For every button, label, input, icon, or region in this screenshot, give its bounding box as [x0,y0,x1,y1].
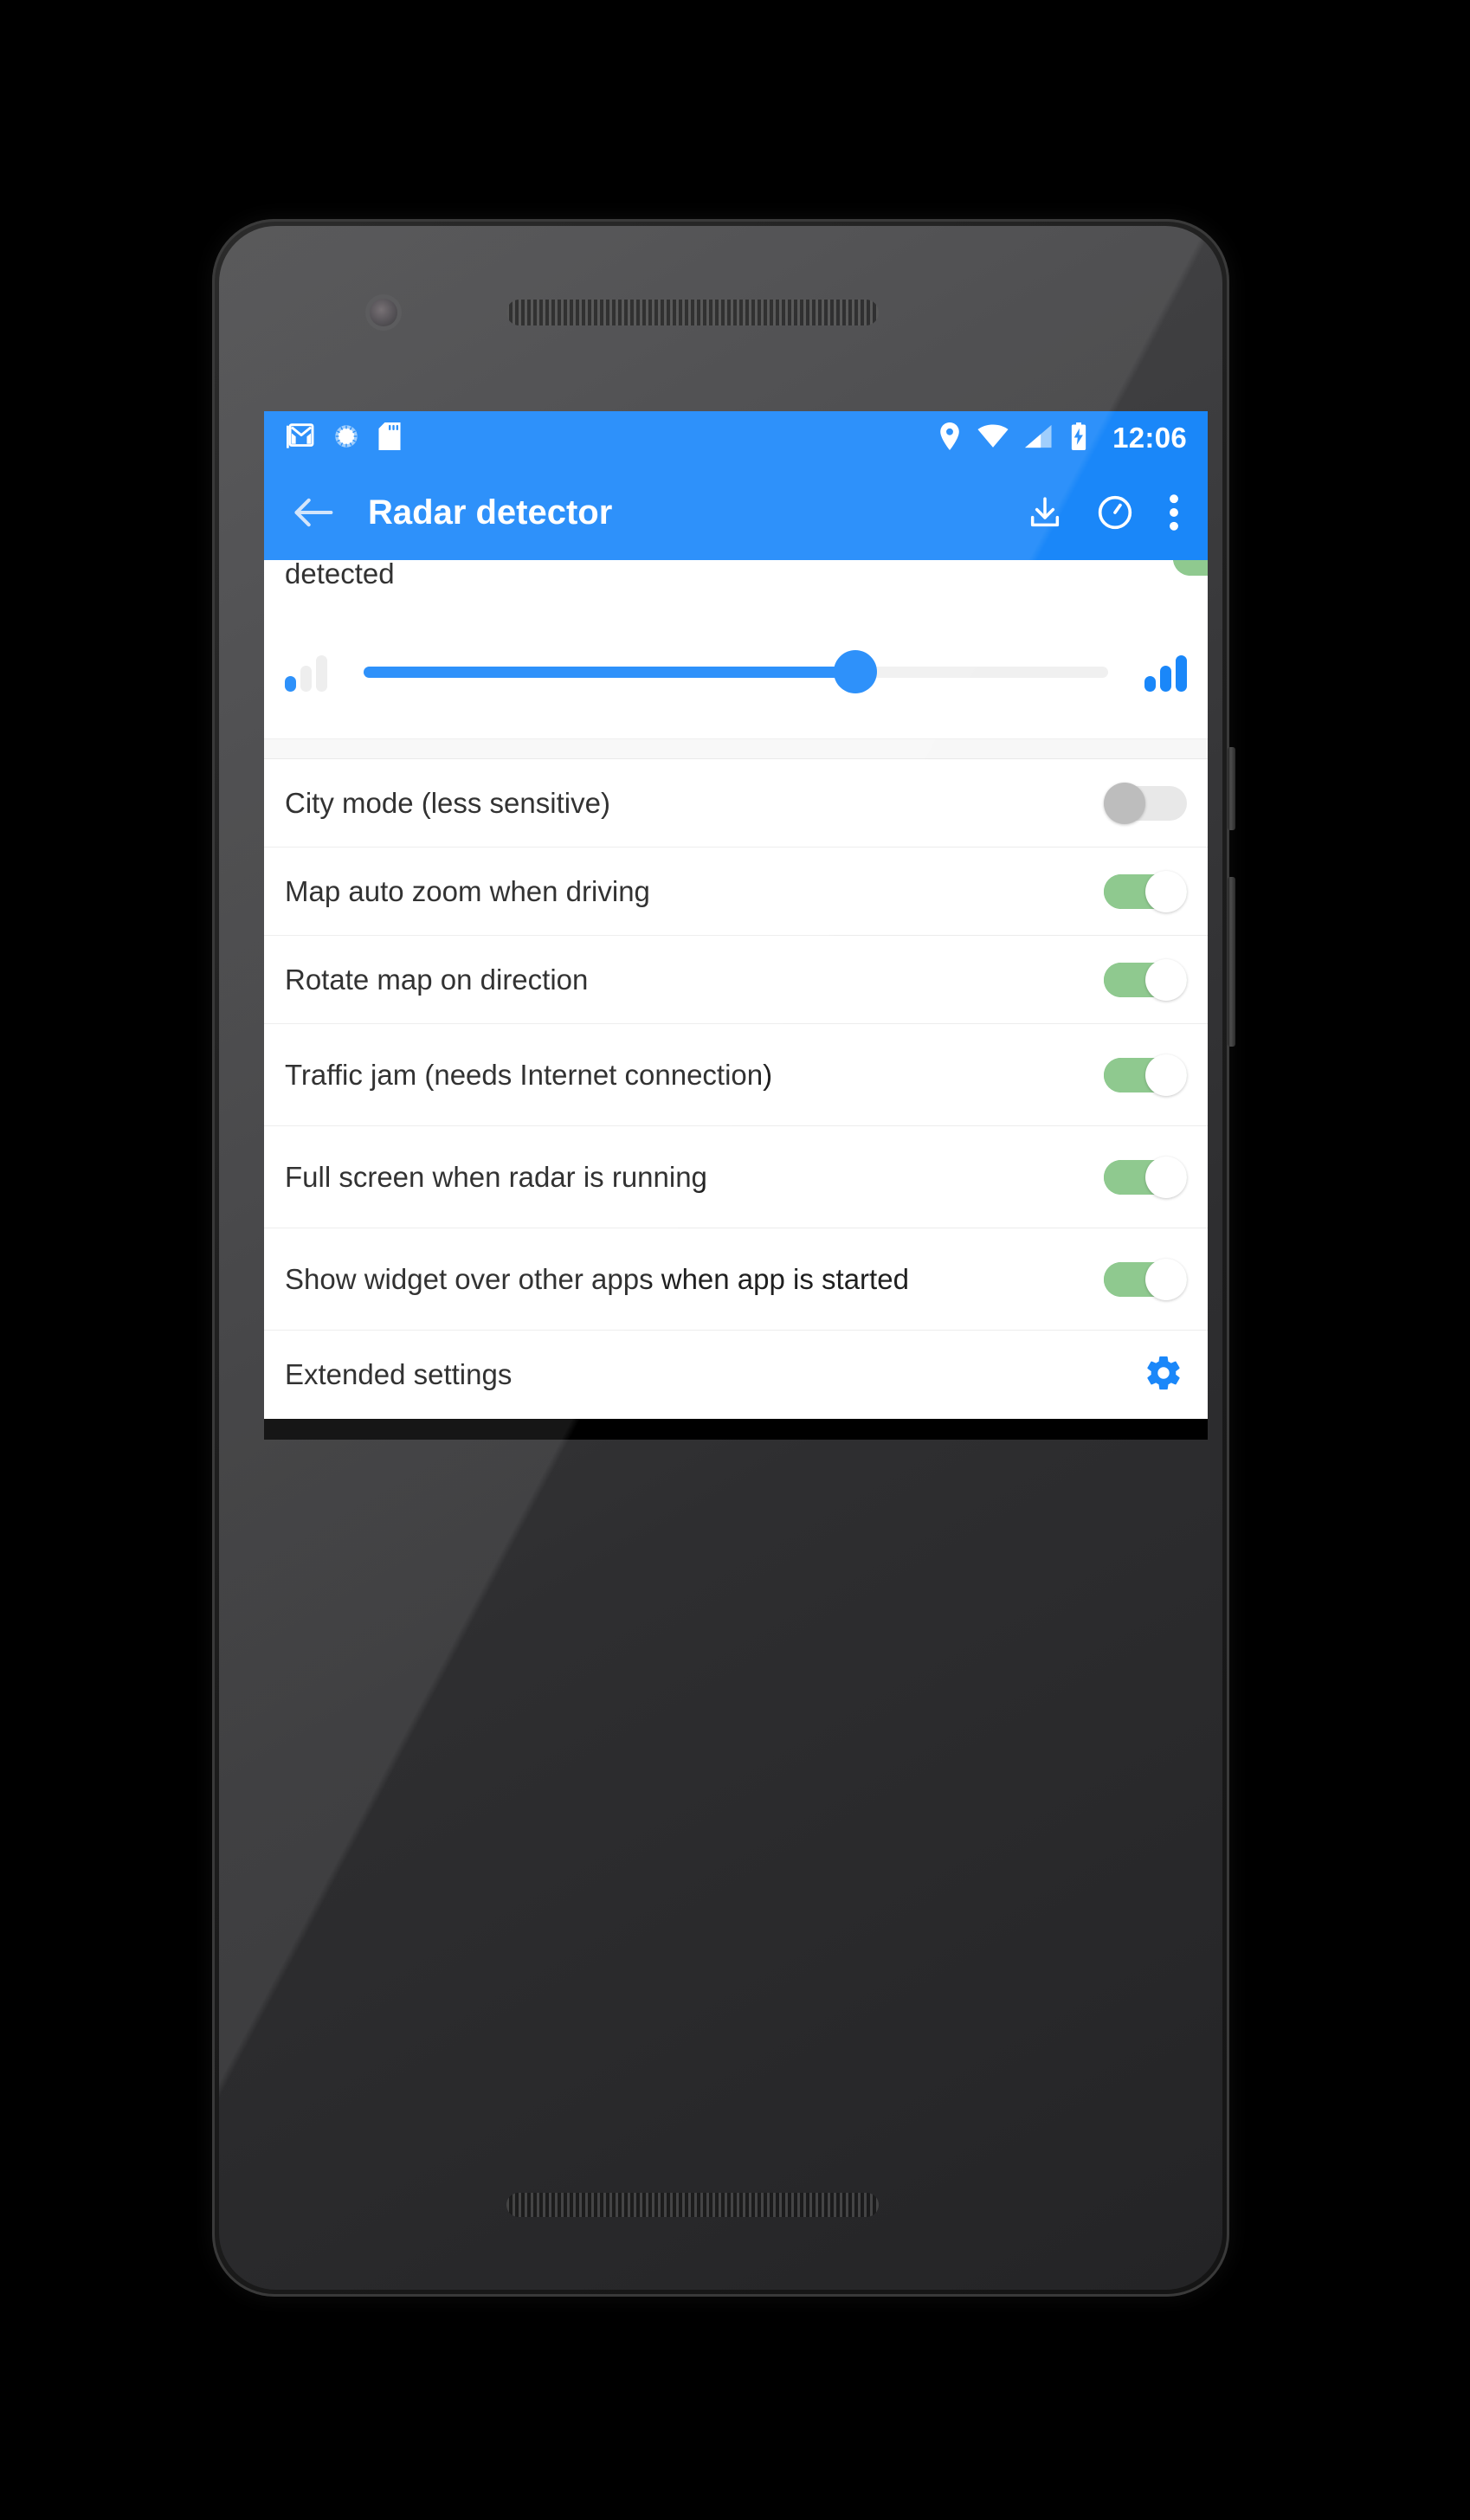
settings-row-label: Extended settings [285,1358,513,1390]
alarm-volume-section: detected [264,560,1208,738]
speedometer-icon[interactable] [1097,494,1133,531]
settings-content: detected City mode (less sensitive) Map … [264,560,1208,1419]
front-camera-icon [370,299,397,326]
download-icon[interactable] [1028,495,1062,530]
toggle-rotate-map[interactable] [1104,958,1187,1001]
sync-progress-icon [333,423,359,454]
settings-row-label: Traffic jam (needs Internet connection) [285,1058,773,1091]
status-bar-clock: 12:06 [1112,422,1187,454]
toggle-thumb [1145,1156,1187,1198]
settings-row-label: Full screen when radar is running [285,1160,707,1193]
detected-row-label: detected [285,560,395,590]
volume-high-icon [1144,652,1187,692]
toggle-track [1173,560,1208,576]
settings-list: City mode (less sensitive) Map auto zoom … [264,759,1208,1419]
page-title: Radar detector [368,493,613,532]
gmail-icon [285,422,314,454]
settings-row-label: Map auto zoom when driving [285,874,650,907]
toggle-thumb [1145,1054,1187,1096]
settings-row-extended-settings[interactable]: Extended settings [264,1331,1208,1419]
slider-fill [364,666,855,678]
power-button[interactable] [1228,747,1235,830]
toggle-thumb [1145,958,1187,1001]
phone-screen: 12:06 Radar detector detected City mode … [264,411,1208,1440]
settings-row-control [1104,1156,1187,1198]
gear-icon[interactable] [1144,1353,1187,1397]
toggle-thumb [1104,782,1145,824]
settings-row-label: City mode (less sensitive) [285,786,610,819]
volume-rocker-button[interactable] [1228,877,1235,1047]
recents-square-icon[interactable] [998,1419,1102,1440]
toggle-thumb [1145,870,1187,912]
slider-thumb[interactable] [833,650,877,693]
toggle-map-auto-zoom[interactable] [1104,870,1187,912]
settings-row-label: Rotate map on direction [285,963,589,996]
location-pin-icon [938,422,961,454]
bottom-speaker [506,2193,879,2217]
battery-charging-icon [1069,422,1088,454]
alarm-volume-slider[interactable] [364,650,1108,693]
back-button[interactable] [285,496,342,529]
wifi-icon [977,424,1009,453]
settings-row-control [1104,782,1187,824]
cellular-signal-icon [1025,424,1053,453]
settings-row-city-mode[interactable]: City mode (less sensitive) [264,759,1208,848]
home-circle-icon[interactable] [684,1419,788,1440]
navigation-bar [264,1419,1208,1440]
status-bar-system-icons: 12:06 [938,422,1187,454]
settings-row-control [1104,958,1187,1001]
section-divider [264,738,1208,759]
settings-row-full-screen[interactable]: Full screen when radar is running [264,1126,1208,1228]
settings-row-map-auto-zoom[interactable]: Map auto zoom when driving [264,848,1208,936]
toggle-full-screen[interactable] [1104,1156,1187,1198]
app-bar: Radar detector [264,465,1208,560]
settings-row-label: Show widget over other apps when app is … [285,1262,909,1295]
phone-device: 12:06 Radar detector detected City mode … [212,219,1235,2297]
settings-row-traffic-jam[interactable]: Traffic jam (needs Internet connection) [264,1024,1208,1126]
alarm-volume-slider-row [264,600,1208,738]
volume-low-icon [285,652,327,692]
status-bar-notification-icons [285,422,401,454]
overflow-menu-icon[interactable] [1168,493,1180,532]
detected-row-clipped[interactable]: detected [264,560,1208,600]
toggle-city-mode[interactable] [1104,782,1187,824]
toggle-thumb [1145,1258,1187,1300]
settings-row-show-widget[interactable]: Show widget over other apps when app is … [264,1228,1208,1331]
toggle-show-widget[interactable] [1104,1258,1187,1300]
app-bar-actions [1028,493,1187,532]
toggle-traffic-jam[interactable] [1104,1054,1187,1096]
status-bar: 12:06 [264,411,1208,465]
settings-row-control [1144,1353,1187,1397]
sd-card-icon [378,422,401,454]
settings-row-control [1104,1258,1187,1300]
back-triangle-icon[interactable] [370,1419,474,1440]
settings-row-rotate-map[interactable]: Rotate map on direction [264,936,1208,1024]
settings-row-control [1104,1054,1187,1096]
earpiece-speaker [506,300,879,325]
settings-row-control [1104,870,1187,912]
